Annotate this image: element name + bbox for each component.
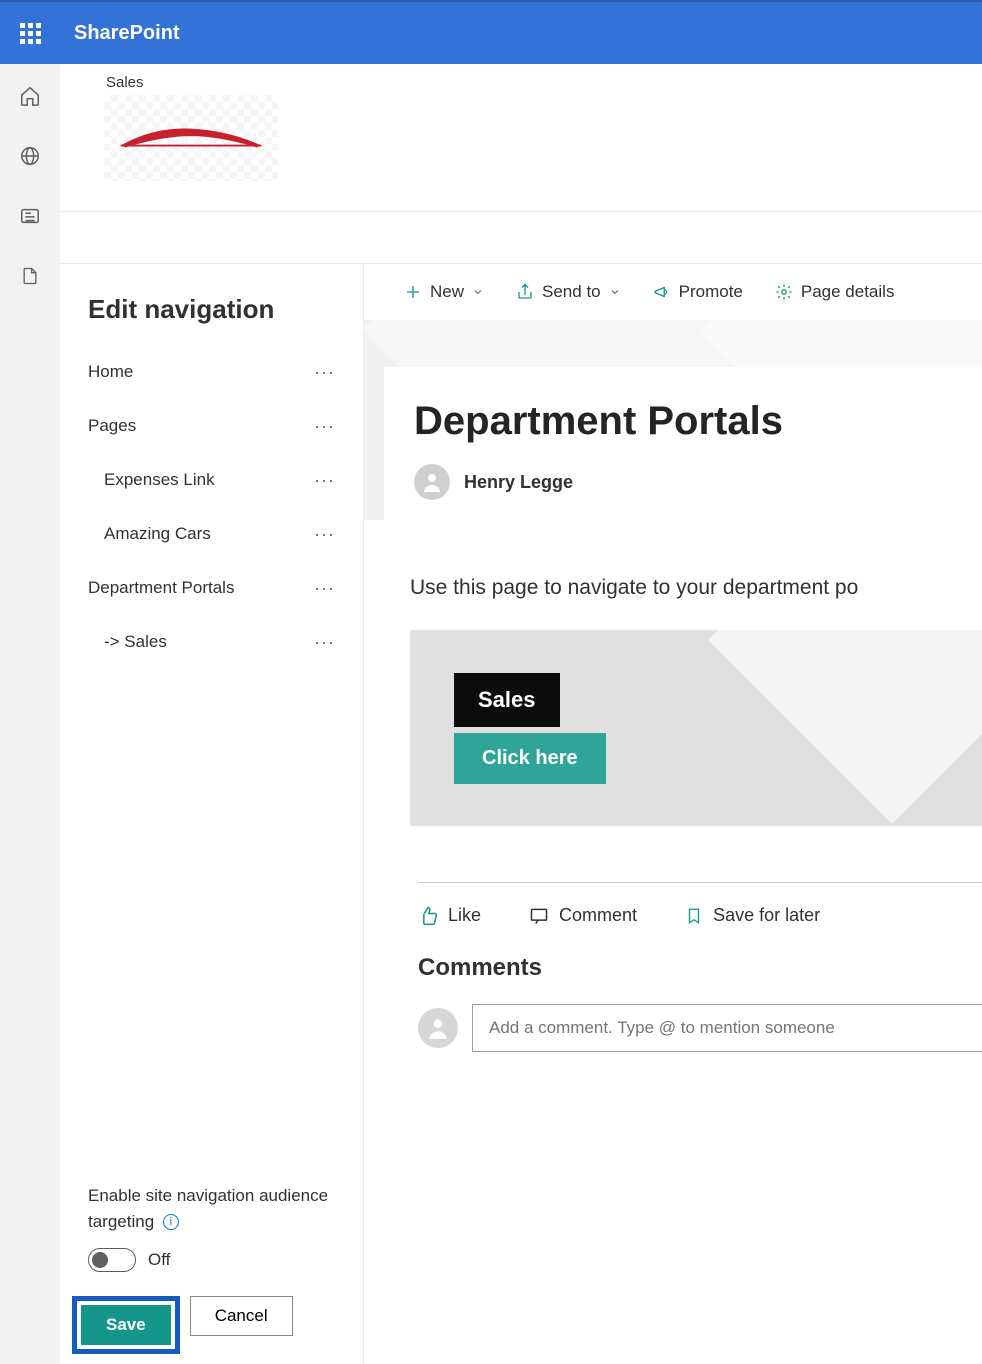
news-icon[interactable]	[18, 204, 42, 228]
nav-item[interactable]: Amazing Cars ···	[72, 507, 351, 561]
page-actions: Like Comment Save for later	[364, 905, 982, 926]
gear-icon	[775, 283, 793, 301]
author-name[interactable]: Henry Legge	[464, 472, 573, 493]
globe-icon[interactable]	[18, 144, 42, 168]
cancel-button[interactable]: Cancel	[190, 1296, 293, 1336]
save-for-later-button[interactable]: Save for later	[685, 905, 820, 926]
command-bar: New Send to Promote Page details	[364, 264, 982, 320]
car-logo-image	[116, 123, 266, 153]
nav-item-label: Home	[88, 362, 133, 382]
plus-icon	[404, 283, 422, 301]
page-canvas: New Send to Promote Page details	[364, 264, 982, 1364]
like-icon	[418, 906, 438, 926]
file-icon[interactable]	[18, 264, 42, 288]
portal-badge: Sales	[454, 673, 560, 727]
new-button[interactable]: New	[404, 282, 484, 302]
page-details-button[interactable]: Page details	[775, 282, 895, 302]
page-description: Use this page to navigate to your depart…	[364, 520, 982, 630]
bookmark-icon	[685, 906, 703, 926]
app-name[interactable]: SharePoint	[74, 22, 180, 45]
nav-item-label: Amazing Cars	[104, 524, 211, 544]
nav-item[interactable]: Home ···	[72, 345, 351, 399]
more-options-icon[interactable]: ···	[314, 632, 335, 653]
more-options-icon[interactable]: ···	[314, 362, 335, 383]
home-icon[interactable]	[18, 84, 42, 108]
more-options-icon[interactable]: ···	[314, 416, 335, 437]
site-logo[interactable]	[104, 95, 278, 181]
edit-nav-title: Edit navigation	[60, 294, 363, 345]
info-icon[interactable]: i	[163, 1214, 179, 1230]
nav-item-label: Expenses Link	[104, 470, 215, 490]
comment-icon	[529, 906, 549, 926]
save-button-highlight: Save	[72, 1296, 180, 1354]
more-options-icon[interactable]: ···	[314, 524, 335, 545]
share-icon	[516, 283, 534, 301]
site-header: Sales	[60, 64, 982, 212]
send-to-button[interactable]: Send to	[516, 282, 621, 302]
promote-button[interactable]: Promote	[653, 282, 743, 302]
nav-item[interactable]: -> Sales ···	[72, 615, 351, 669]
avatar-icon	[418, 1008, 458, 1048]
audience-targeting-label: Enable site navigation audience targetin…	[88, 1183, 335, 1234]
comment-input[interactable]	[472, 1004, 982, 1052]
chevron-down-icon	[609, 286, 621, 298]
suite-header: SharePoint	[0, 0, 982, 64]
command-row-spacer	[60, 212, 982, 264]
nav-item-label: Pages	[88, 416, 136, 436]
more-options-icon[interactable]: ···	[314, 578, 335, 599]
click-here-button[interactable]: Click here	[454, 733, 606, 784]
comment-compose-row	[364, 1004, 982, 1052]
avatar-icon	[414, 464, 450, 500]
divider	[418, 882, 982, 883]
nav-item[interactable]: Pages ···	[72, 399, 351, 453]
nav-item-label: Department Portals	[88, 578, 234, 598]
nav-item[interactable]: Department Portals ···	[72, 561, 351, 615]
author-row: Henry Legge	[414, 464, 952, 500]
app-launcher-icon[interactable]	[10, 13, 50, 53]
site-name[interactable]: Sales	[106, 74, 942, 91]
comments-heading: Comments	[364, 926, 982, 1004]
nav-item-label: -> Sales	[104, 632, 167, 652]
edit-navigation-panel: Edit navigation Home···Pages···Expenses …	[60, 264, 364, 1364]
left-rail	[0, 64, 60, 1364]
comment-button[interactable]: Comment	[529, 905, 637, 926]
nav-item-list: Home···Pages···Expenses Link···Amazing C…	[60, 345, 363, 1163]
chevron-down-icon	[472, 286, 484, 298]
more-options-icon[interactable]: ···	[314, 470, 335, 491]
save-button[interactable]: Save	[81, 1305, 171, 1345]
audience-targeting-toggle[interactable]	[88, 1248, 136, 1272]
nav-item[interactable]: Expenses Link ···	[72, 453, 351, 507]
portal-hero-card: Sales Click here	[410, 630, 982, 826]
megaphone-icon	[653, 283, 671, 301]
like-button[interactable]: Like	[418, 905, 481, 926]
hero-banner: Department Portals Henry Legge	[364, 320, 982, 520]
page-title: Department Portals	[414, 399, 952, 444]
toggle-state-label: Off	[148, 1250, 170, 1270]
